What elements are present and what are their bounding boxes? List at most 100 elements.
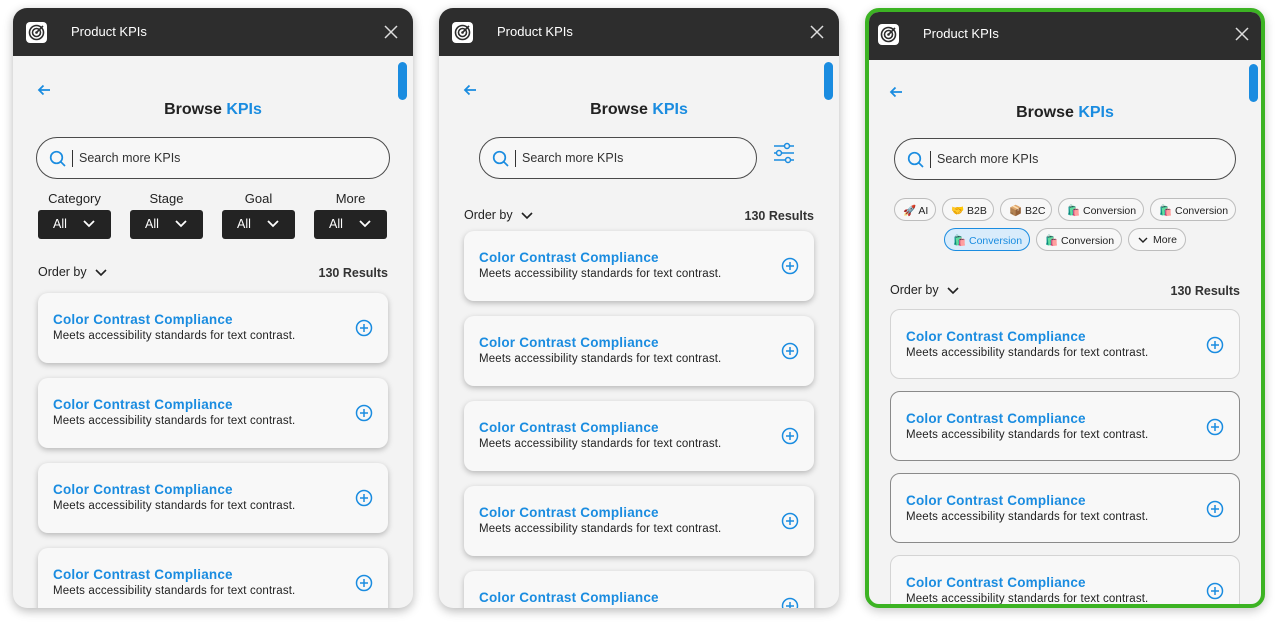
kpi-title: Color Contrast Compliance [906,575,1086,590]
more-select-value: All [329,217,343,231]
plus-circle-icon[interactable] [1206,500,1224,518]
search-input[interactable]: Search more KPIs [479,137,757,179]
target-app-icon [452,22,473,43]
category-select[interactable]: All [38,210,111,239]
chip-ai[interactable]: 🚀 AI [894,198,936,221]
plus-circle-icon[interactable] [355,319,373,337]
plus-circle-icon[interactable] [355,404,373,422]
chevron-down-icon [521,212,533,219]
search-input[interactable]: Search more KPIs [36,137,390,179]
close-icon[interactable] [1234,26,1250,42]
goal-select-value: All [237,217,251,231]
app-title: Product KPIs [923,26,999,41]
kpi-title: Color Contrast Compliance [479,335,659,350]
kpi-card[interactable]: Color Contrast Compliance Meets accessib… [38,293,388,363]
scrollbar-thumb[interactable] [824,62,833,100]
title-bar: Product KPIs [439,8,839,56]
search-icon [49,150,66,167]
order-by-dropdown[interactable]: Order by [890,283,959,297]
plus-circle-icon[interactable] [781,342,799,360]
scrollbar-thumb[interactable] [398,62,407,100]
text-caret [515,150,516,167]
kpi-description: Meets accessibility standards for text c… [906,347,1149,359]
kpi-card[interactable]: Color Contrast Compliance Meets accessib… [890,309,1240,379]
kpi-title: Color Contrast Compliance [479,250,659,265]
kpi-panel-settings-filter: Product KPIs Browse KPIs Search more KPI… [439,8,839,608]
page-title: Browse KPIs [869,104,1261,122]
plus-circle-icon[interactable] [355,489,373,507]
results-count: 130 Results [318,266,388,280]
kpi-card[interactable]: Color Contrast Compliance Meets accessib… [890,555,1240,605]
chip-b2c[interactable]: 📦 B2C [1000,198,1052,221]
chip-conversion[interactable]: 🛍️ Conversion [1150,198,1236,221]
filter-label-stage: Stage [149,191,184,206]
target-app-icon [26,22,47,43]
kpi-description: Meets accessibility standards for text c… [906,593,1149,605]
kpi-description: Meets accessibility standards for text c… [479,523,722,535]
kpi-title: Color Contrast Compliance [53,397,233,412]
search-placeholder: Search more KPIs [522,151,624,165]
back-arrow-icon[interactable] [462,82,478,98]
close-icon[interactable] [809,24,825,40]
kpi-description: Meets accessibility standards for text c… [53,500,296,512]
plus-circle-icon[interactable] [355,574,373,592]
chip-b2b[interactable]: 🤝 B2B [942,198,994,221]
kpi-card[interactable]: Color Contrast Compliance Meets accessib… [464,571,814,608]
page-title: Browse KPIs [439,101,839,119]
order-by-dropdown[interactable]: Order by [38,265,107,279]
plus-circle-icon[interactable] [1206,418,1224,436]
chip-label: 🛍️ Conversion [953,235,1023,247]
kpi-title: Color Contrast Compliance [53,482,233,497]
chip-label: More [1153,234,1177,246]
kpi-card[interactable]: Color Contrast Compliance Meets accessib… [464,316,814,386]
back-arrow-icon[interactable] [36,82,52,98]
page-title-prefix: Browse [164,101,222,118]
kpi-description: Meets accessibility standards for text c… [53,330,296,342]
kpi-description: Meets accessibility standards for text c… [479,353,722,365]
chevron-down-icon [359,220,371,228]
search-icon [492,150,509,167]
chevron-down-icon [83,220,95,228]
stage-select[interactable]: All [130,210,203,239]
kpi-description: Meets accessibility standards for text c… [53,415,296,427]
page-title-accent: KPIs [652,101,688,118]
plus-circle-icon[interactable] [781,257,799,275]
search-input[interactable]: Search more KPIs [894,138,1236,180]
kpi-panel-chip-filters: Product KPIs Browse KPIs Search more KPI… [865,8,1265,608]
kpi-title: Color Contrast Compliance [479,420,659,435]
more-select[interactable]: All [314,210,387,239]
title-bar: Product KPIs [13,8,413,56]
kpi-card[interactable]: Color Contrast Compliance Meets accessib… [890,473,1240,543]
category-select-value: All [53,217,67,231]
chip-label: 🛍️ Conversion [1045,235,1115,247]
plus-circle-icon[interactable] [1206,336,1224,354]
kpi-card[interactable]: Color Contrast Compliance Meets accessib… [464,486,814,556]
goal-select[interactable]: All [222,210,295,239]
kpi-panel-dropdown-filters: Product KPIs Browse KPIs Search more KPI… [13,8,413,608]
results-count: 130 Results [744,209,814,223]
order-by-dropdown[interactable]: Order by [464,208,533,222]
chip-label: 📦 B2C [1009,205,1046,217]
chip-more[interactable]: More [1128,228,1186,251]
plus-circle-icon[interactable] [781,597,799,608]
page-title: Browse KPIs [13,101,413,119]
kpi-title: Color Contrast Compliance [906,411,1086,426]
plus-circle-icon[interactable] [781,512,799,530]
chip-conversion-selected[interactable]: 🛍️ Conversion [944,228,1030,251]
chip-label: 🤝 B2B [951,205,987,217]
sliders-icon[interactable] [773,142,795,164]
kpi-card[interactable]: Color Contrast Compliance Meets accessib… [38,463,388,533]
plus-circle-icon[interactable] [781,427,799,445]
stage-select-value: All [145,217,159,231]
chip-conversion[interactable]: 🛍️ Conversion [1058,198,1144,221]
kpi-card[interactable]: Color Contrast Compliance Meets accessib… [464,231,814,301]
kpi-card[interactable]: Color Contrast Compliance Meets accessib… [38,548,388,608]
kpi-card[interactable]: Color Contrast Compliance Meets accessib… [890,391,1240,461]
kpi-card[interactable]: Color Contrast Compliance Meets accessib… [38,378,388,448]
back-arrow-icon[interactable] [888,84,904,100]
kpi-card[interactable]: Color Contrast Compliance Meets accessib… [464,401,814,471]
chip-conversion[interactable]: 🛍️ Conversion [1036,228,1122,251]
close-icon[interactable] [383,24,399,40]
plus-circle-icon[interactable] [1206,582,1224,600]
scrollbar-thumb[interactable] [1249,64,1258,102]
